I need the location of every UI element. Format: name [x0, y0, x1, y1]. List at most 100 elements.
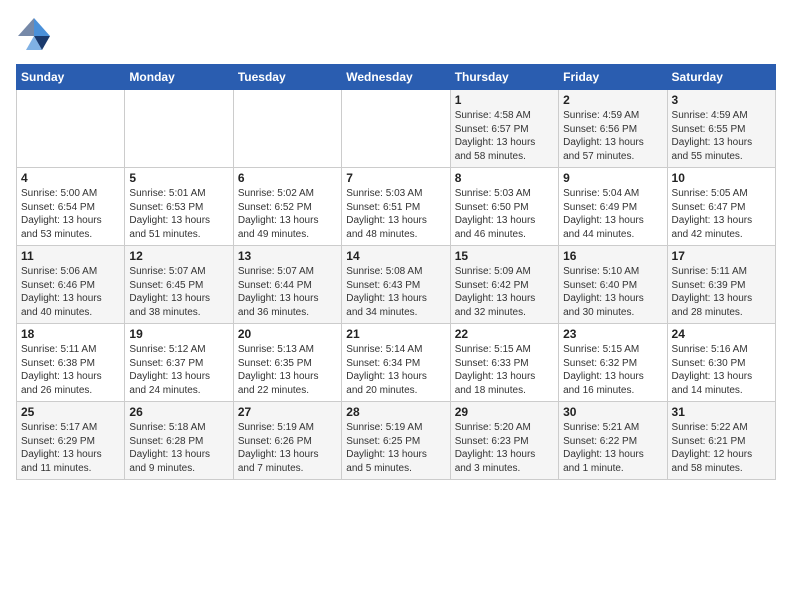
col-friday: Friday	[559, 65, 667, 90]
calendar-body: 1 Sunrise: 4:58 AM Sunset: 6:57 PM Daylig…	[17, 90, 776, 480]
calendar-cell: 22 Sunrise: 5:15 AM Sunset: 6:33 PM Dayli…	[450, 324, 558, 402]
day-number: 26	[129, 405, 228, 419]
day-info: Sunrise: 5:00 AM Sunset: 6:54 PM Dayligh…	[21, 187, 120, 241]
col-sunday: Sunday	[17, 65, 125, 90]
day-number: 4	[21, 171, 120, 185]
col-tuesday: Tuesday	[233, 65, 341, 90]
calendar-cell: 12 Sunrise: 5:07 AM Sunset: 6:45 PM Dayli…	[125, 246, 233, 324]
calendar-cell: 29Sunrise: 5:20 AM Sunset: 6:23 PM Dayli…	[450, 402, 558, 480]
calendar-cell	[342, 90, 450, 168]
day-number: 8	[455, 171, 554, 185]
calendar-cell: 23 Sunrise: 5:15 AM Sunset: 6:32 PM Dayli…	[559, 324, 667, 402]
col-thursday: Thursday	[450, 65, 558, 90]
calendar-cell: 17Sunrise: 5:11 AM Sunset: 6:39 PM Dayli…	[667, 246, 775, 324]
day-info: Sunrise: 5:22 AM Sunset: 6:21 PM Dayligh…	[672, 421, 771, 475]
calendar-cell: 2 Sunrise: 4:59 AM Sunset: 6:56 PM Daylig…	[559, 90, 667, 168]
day-info: Sunrise: 5:09 AM Sunset: 6:42 PM Dayligh…	[455, 265, 554, 319]
day-info: Sunrise: 5:21 AM Sunset: 6:22 PM Dayligh…	[563, 421, 662, 475]
day-info: Sunrise: 5:05 AM Sunset: 6:47 PM Dayligh…	[672, 187, 771, 241]
calendar-cell: 13 Sunrise: 5:07 AM Sunset: 6:44 PM Dayli…	[233, 246, 341, 324]
logo-icon	[16, 16, 52, 52]
day-number: 1	[455, 93, 554, 107]
calendar-cell	[17, 90, 125, 168]
calendar-cell: 5 Sunrise: 5:01 AM Sunset: 6:53 PM Daylig…	[125, 168, 233, 246]
day-number: 17	[672, 249, 771, 263]
calendar-cell	[125, 90, 233, 168]
day-info: Sunrise: 5:15 AM Sunset: 6:33 PM Dayligh…	[455, 343, 554, 397]
day-number: 23	[563, 327, 662, 341]
day-number: 9	[563, 171, 662, 185]
calendar-cell: 31 Sunrise: 5:22 AM Sunset: 6:21 PM Dayli…	[667, 402, 775, 480]
day-info: Sunrise: 5:02 AM Sunset: 6:52 PM Dayligh…	[238, 187, 337, 241]
calendar-cell: 28Sunrise: 5:19 AM Sunset: 6:25 PM Dayli…	[342, 402, 450, 480]
day-info: Sunrise: 4:59 AM Sunset: 6:56 PM Dayligh…	[563, 109, 662, 163]
day-info: Sunrise: 5:13 AM Sunset: 6:35 PM Dayligh…	[238, 343, 337, 397]
calendar-cell: 11Sunrise: 5:06 AM Sunset: 6:46 PM Dayli…	[17, 246, 125, 324]
calendar-header: Sunday Monday Tuesday Wednesday Thursday…	[17, 65, 776, 90]
calendar-cell: 30 Sunrise: 5:21 AM Sunset: 6:22 PM Dayli…	[559, 402, 667, 480]
day-info: Sunrise: 5:12 AM Sunset: 6:37 PM Dayligh…	[129, 343, 228, 397]
day-info: Sunrise: 5:07 AM Sunset: 6:45 PM Dayligh…	[129, 265, 228, 319]
calendar-cell: 3Sunrise: 4:59 AM Sunset: 6:55 PM Daylig…	[667, 90, 775, 168]
day-number: 2	[563, 93, 662, 107]
calendar-cell: 18 Sunrise: 5:11 AM Sunset: 6:38 PM Dayli…	[17, 324, 125, 402]
calendar-cell: 21Sunrise: 5:14 AM Sunset: 6:34 PM Dayli…	[342, 324, 450, 402]
calendar-cell: 14 Sunrise: 5:08 AM Sunset: 6:43 PM Dayli…	[342, 246, 450, 324]
day-number: 31	[672, 405, 771, 419]
day-number: 16	[563, 249, 662, 263]
day-number: 6	[238, 171, 337, 185]
day-number: 30	[563, 405, 662, 419]
day-number: 12	[129, 249, 228, 263]
calendar-table: Sunday Monday Tuesday Wednesday Thursday…	[16, 64, 776, 480]
day-info: Sunrise: 5:04 AM Sunset: 6:49 PM Dayligh…	[563, 187, 662, 241]
day-info: Sunrise: 5:11 AM Sunset: 6:38 PM Dayligh…	[21, 343, 120, 397]
calendar-cell	[233, 90, 341, 168]
logo	[16, 16, 58, 52]
calendar-week-5: 25Sunrise: 5:17 AM Sunset: 6:29 PM Dayli…	[17, 402, 776, 480]
calendar-cell: 1 Sunrise: 4:58 AM Sunset: 6:57 PM Daylig…	[450, 90, 558, 168]
day-info: Sunrise: 5:19 AM Sunset: 6:25 PM Dayligh…	[346, 421, 445, 475]
calendar-week-3: 11Sunrise: 5:06 AM Sunset: 6:46 PM Dayli…	[17, 246, 776, 324]
day-info: Sunrise: 5:01 AM Sunset: 6:53 PM Dayligh…	[129, 187, 228, 241]
day-info: Sunrise: 5:20 AM Sunset: 6:23 PM Dayligh…	[455, 421, 554, 475]
day-info: Sunrise: 5:10 AM Sunset: 6:40 PM Dayligh…	[563, 265, 662, 319]
col-saturday: Saturday	[667, 65, 775, 90]
day-info: Sunrise: 5:07 AM Sunset: 6:44 PM Dayligh…	[238, 265, 337, 319]
day-number: 27	[238, 405, 337, 419]
page-header	[16, 16, 776, 52]
day-number: 5	[129, 171, 228, 185]
day-info: Sunrise: 5:15 AM Sunset: 6:32 PM Dayligh…	[563, 343, 662, 397]
day-number: 7	[346, 171, 445, 185]
day-info: Sunrise: 5:08 AM Sunset: 6:43 PM Dayligh…	[346, 265, 445, 319]
calendar-cell: 27 Sunrise: 5:19 AM Sunset: 6:26 PM Dayli…	[233, 402, 341, 480]
calendar-week-1: 1 Sunrise: 4:58 AM Sunset: 6:57 PM Daylig…	[17, 90, 776, 168]
calendar-cell: 19 Sunrise: 5:12 AM Sunset: 6:37 PM Dayli…	[125, 324, 233, 402]
day-number: 10	[672, 171, 771, 185]
calendar-cell: 7Sunrise: 5:03 AM Sunset: 6:51 PM Daylig…	[342, 168, 450, 246]
calendar-week-2: 4 Sunrise: 5:00 AM Sunset: 6:54 PM Daylig…	[17, 168, 776, 246]
calendar-week-4: 18 Sunrise: 5:11 AM Sunset: 6:38 PM Dayli…	[17, 324, 776, 402]
day-number: 11	[21, 249, 120, 263]
day-number: 18	[21, 327, 120, 341]
day-number: 22	[455, 327, 554, 341]
calendar-cell: 16 Sunrise: 5:10 AM Sunset: 6:40 PM Dayli…	[559, 246, 667, 324]
day-number: 13	[238, 249, 337, 263]
day-number: 19	[129, 327, 228, 341]
col-monday: Monday	[125, 65, 233, 90]
day-info: Sunrise: 5:19 AM Sunset: 6:26 PM Dayligh…	[238, 421, 337, 475]
col-wednesday: Wednesday	[342, 65, 450, 90]
day-number: 21	[346, 327, 445, 341]
day-number: 14	[346, 249, 445, 263]
calendar-cell: 8 Sunrise: 5:03 AM Sunset: 6:50 PM Daylig…	[450, 168, 558, 246]
day-info: Sunrise: 4:58 AM Sunset: 6:57 PM Dayligh…	[455, 109, 554, 163]
calendar-cell: 6 Sunrise: 5:02 AM Sunset: 6:52 PM Daylig…	[233, 168, 341, 246]
day-number: 15	[455, 249, 554, 263]
calendar-cell: 9 Sunrise: 5:04 AM Sunset: 6:49 PM Daylig…	[559, 168, 667, 246]
calendar-cell: 25Sunrise: 5:17 AM Sunset: 6:29 PM Dayli…	[17, 402, 125, 480]
day-info: Sunrise: 5:17 AM Sunset: 6:29 PM Dayligh…	[21, 421, 120, 475]
day-number: 24	[672, 327, 771, 341]
day-info: Sunrise: 4:59 AM Sunset: 6:55 PM Dayligh…	[672, 109, 771, 163]
calendar-cell: 15 Sunrise: 5:09 AM Sunset: 6:42 PM Dayli…	[450, 246, 558, 324]
day-info: Sunrise: 5:16 AM Sunset: 6:30 PM Dayligh…	[672, 343, 771, 397]
day-info: Sunrise: 5:03 AM Sunset: 6:50 PM Dayligh…	[455, 187, 554, 241]
